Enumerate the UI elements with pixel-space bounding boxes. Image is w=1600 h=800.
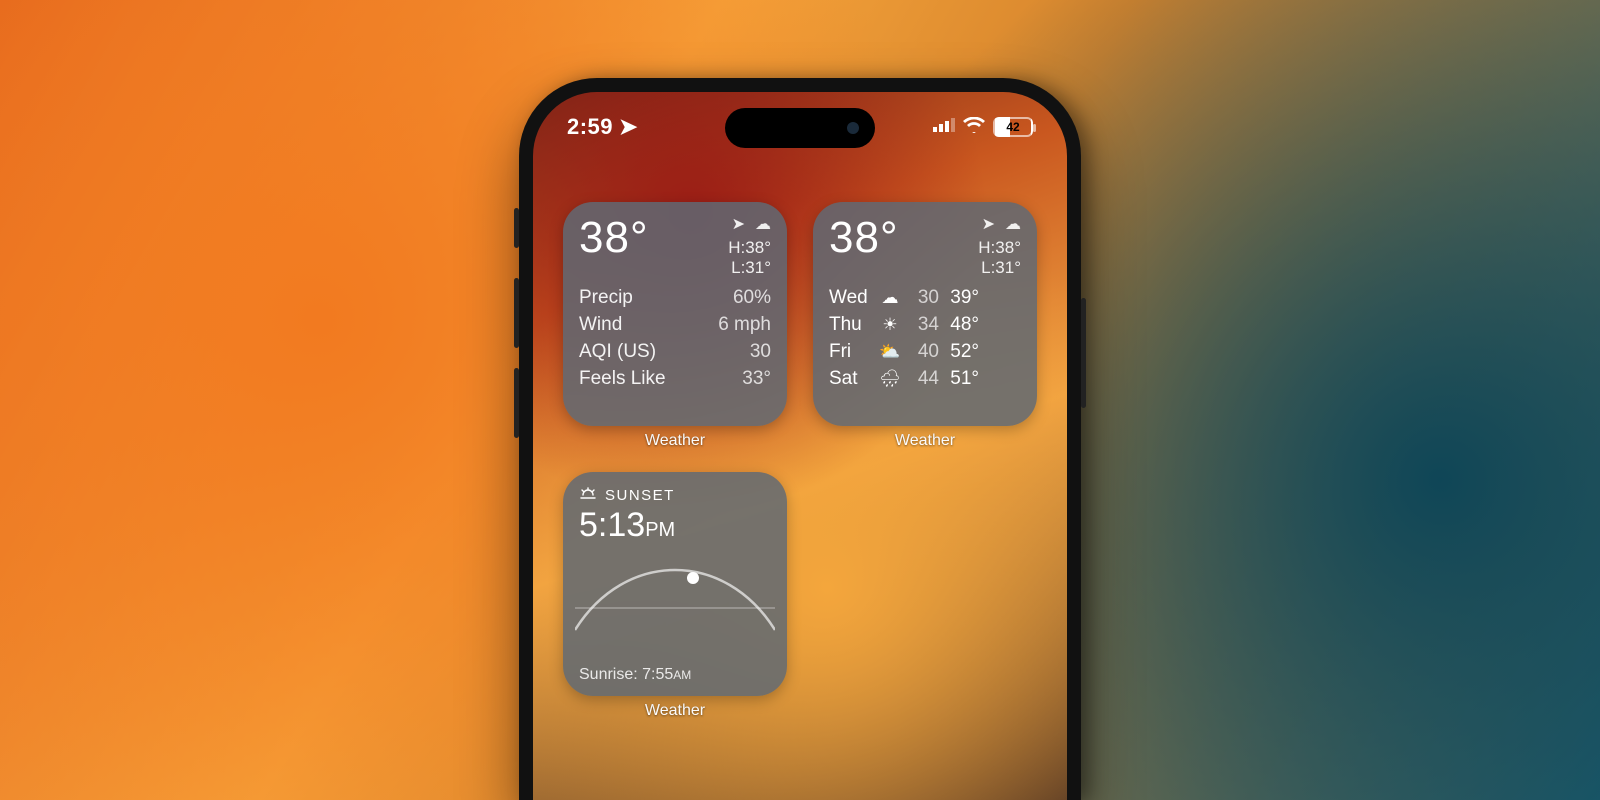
status-bar: 2:59 ➤ 42	[533, 112, 1067, 142]
weather-forecast-widget[interactable]: 38° ➤ ☁ H:38° L:31° Wed☁3039	[813, 202, 1037, 426]
high-temp: H:38°	[978, 238, 1021, 258]
forecast-rows: Wed☁3039° Thu☀3448° Fri⛅4052° Sat🌧4451°	[829, 287, 1021, 390]
widget-label: Weather	[645, 702, 705, 720]
weather-icon: 🌧	[875, 369, 905, 389]
day-low: 30	[905, 287, 939, 309]
cloud-icon: ☁	[755, 216, 771, 234]
day-low: 34	[905, 314, 939, 336]
row-value: 60%	[733, 287, 771, 309]
high-temp: H:38°	[728, 238, 771, 258]
current-temp: 38°	[579, 216, 649, 260]
row-value: 33°	[742, 368, 771, 390]
row-key: AQI (US)	[579, 341, 656, 363]
phone-screen[interactable]: 2:59 ➤ 42 38°	[533, 92, 1067, 800]
widget-label: Weather	[895, 432, 955, 450]
location-arrow-icon: ➤	[619, 114, 638, 140]
cloud-icon: ☁	[1005, 216, 1021, 234]
sunrise-label: Sunrise: 7:55AM	[579, 666, 691, 684]
row-key: Precip	[579, 287, 633, 309]
status-time: 2:59	[567, 114, 613, 140]
detail-rows: Precip 60% Wind 6 mph AQI (US) 30 Feels Lik…	[579, 287, 771, 390]
weather-icon: ☁	[875, 288, 905, 308]
day-label: Thu	[829, 314, 875, 336]
widgets-grid: 38° ➤ ☁ H:38° L:31° Precip60	[563, 202, 1037, 720]
location-arrow-icon: ➤	[982, 216, 995, 234]
sunset-icon	[579, 486, 597, 504]
day-label: Sat	[829, 368, 875, 390]
weather-icon: ⛅	[875, 342, 905, 362]
row-value: 30	[750, 341, 771, 363]
row-value: 6 mph	[718, 314, 771, 336]
battery-icon: 42	[993, 117, 1033, 137]
weather-sunset-widget[interactable]: SUNSET 5:13PM Sunrise: 7:55AM	[563, 472, 787, 696]
phone-frame: 2:59 ➤ 42 38°	[519, 78, 1081, 800]
day-label: Fri	[829, 341, 875, 363]
volume-down-button	[514, 368, 519, 438]
day-low: 40	[905, 341, 939, 363]
wifi-icon	[963, 117, 985, 138]
low-temp: L:31°	[978, 258, 1021, 278]
day-high: 51°	[939, 368, 979, 390]
sunset-time: 5:13PM	[579, 506, 771, 545]
day-low: 44	[905, 368, 939, 390]
current-temp: 38°	[829, 216, 899, 260]
location-arrow-icon: ➤	[732, 216, 745, 234]
weather-details-widget[interactable]: 38° ➤ ☁ H:38° L:31° Precip60	[563, 202, 787, 426]
widget-label: Weather	[645, 432, 705, 450]
power-button	[1081, 298, 1086, 408]
day-high: 52°	[939, 341, 979, 363]
cellular-icon	[933, 118, 955, 137]
row-key: Wind	[579, 314, 622, 336]
sun-arc	[575, 560, 775, 640]
battery-percent: 42	[995, 120, 1031, 134]
volume-up-button	[514, 278, 519, 348]
row-key: Feels Like	[579, 368, 666, 390]
day-high: 39°	[939, 287, 979, 309]
side-button	[514, 208, 519, 248]
sunset-title: SUNSET	[605, 487, 675, 504]
weather-icon: ☀	[875, 315, 905, 335]
day-high: 48°	[939, 314, 979, 336]
low-temp: L:31°	[728, 258, 771, 278]
day-label: Wed	[829, 287, 875, 309]
